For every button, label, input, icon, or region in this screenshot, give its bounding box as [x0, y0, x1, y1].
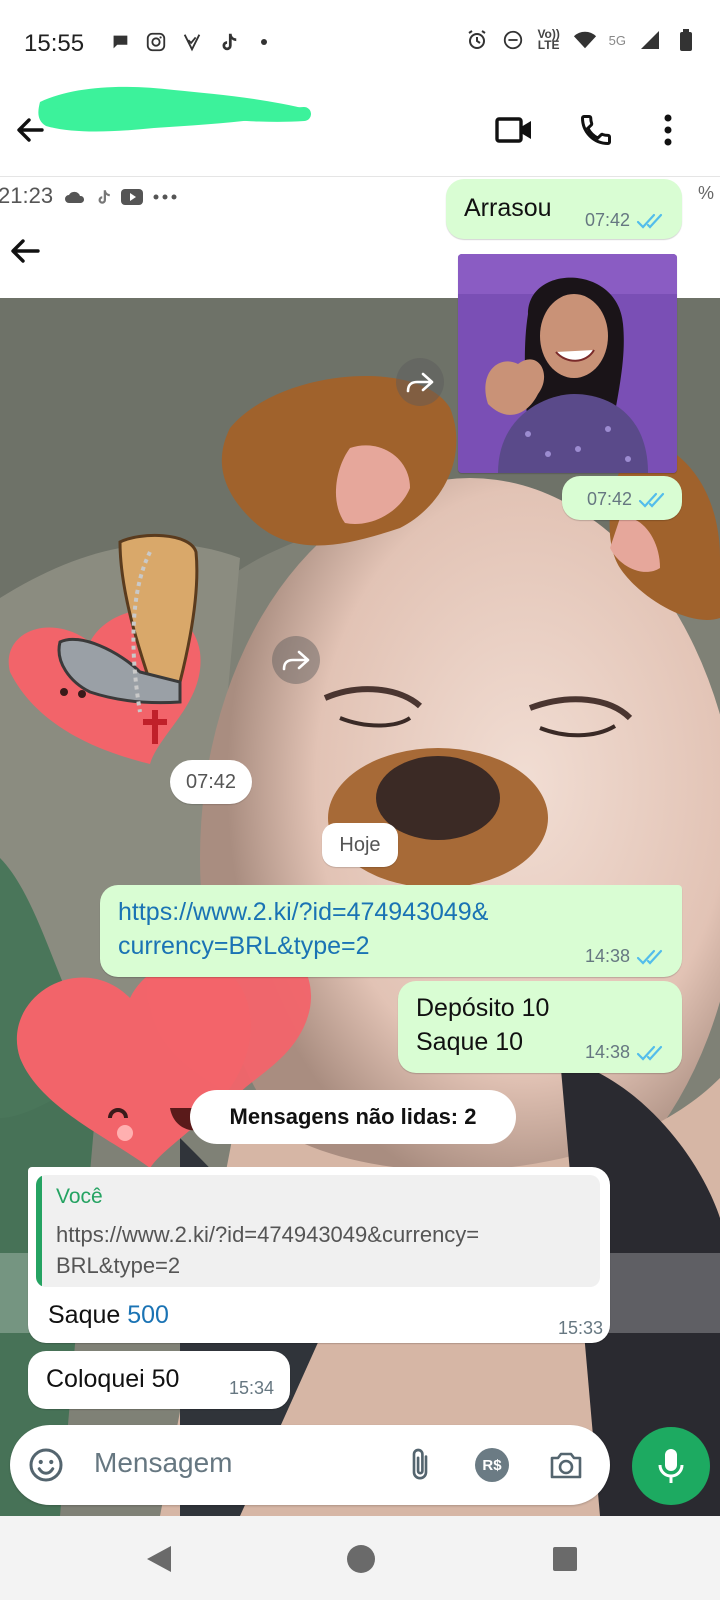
day-separator-label: Hoje	[339, 833, 381, 856]
tiktok-icon	[216, 30, 240, 54]
wallpaper-status-icons	[64, 187, 178, 207]
message-meta: 14:38	[585, 1042, 666, 1063]
vpn-check-icon	[180, 30, 204, 54]
attach-button[interactable]	[400, 1445, 440, 1485]
youtube-icon	[121, 189, 143, 205]
wallpaper-battery-percent: %	[697, 183, 714, 203]
message-input[interactable]: Mensagem	[94, 1447, 233, 1479]
message-meta: 14:38	[585, 946, 666, 967]
read-receipt-icon	[636, 1045, 663, 1061]
tiktok-icon	[98, 190, 110, 204]
forward-sticker-button[interactable]	[272, 636, 320, 684]
read-receipt-icon	[638, 492, 665, 508]
voice-call-button[interactable]	[574, 108, 618, 152]
message-time: 07:42	[185, 770, 237, 793]
message-time: 07:42	[584, 210, 630, 230]
emoji-button[interactable]	[26, 1445, 66, 1485]
dot-icon	[252, 30, 276, 54]
paperclip-icon	[412, 1448, 428, 1480]
forward-icon	[282, 650, 310, 671]
video-camera-icon	[495, 117, 531, 143]
phone-icon	[580, 115, 611, 146]
camera-button[interactable]	[546, 1445, 586, 1485]
day-separator: Hoje	[322, 823, 398, 867]
payment-label: R$	[482, 1456, 502, 1474]
wifi-icon	[573, 28, 597, 52]
praying-hands-sticker	[8, 533, 201, 764]
wallpaper-status-time: 21:23	[0, 183, 54, 208]
microphone-icon	[658, 1449, 684, 1483]
alarm-icon	[465, 28, 489, 52]
system-navigation-bar	[0, 1516, 720, 1600]
more-options-button[interactable]	[646, 108, 690, 152]
message-text: Arrasou	[464, 194, 552, 222]
forward-icon	[406, 372, 434, 393]
nav-home-button[interactable]	[344, 1542, 378, 1576]
message-text-prefix: Saque	[48, 1301, 121, 1329]
signal-icon	[638, 28, 662, 52]
status-bar: 15:55 Vo)) LTE 5G	[0, 0, 720, 86]
more-vertical-icon	[664, 114, 672, 146]
sticker-time-pill: 07:42	[170, 760, 252, 804]
image-message-meta: 07:42	[562, 476, 682, 520]
voice-message-button[interactable]	[632, 1427, 710, 1505]
chat-bubble-icon	[108, 30, 132, 54]
message-meta: 07:42	[585, 210, 666, 231]
cloud-icon	[65, 191, 85, 203]
message-time: 15:34	[228, 1378, 274, 1398]
unread-messages-label: Mensagens não lidas: 2	[190, 1090, 516, 1144]
forward-image-button[interactable]	[396, 358, 444, 406]
read-receipt-icon	[636, 213, 663, 229]
message-time: 14:38	[584, 946, 630, 966]
nav-home-icon	[347, 1545, 375, 1573]
message-line-2: Saque 10	[416, 1028, 524, 1056]
do-not-disturb-icon	[501, 28, 525, 52]
link-message[interactable]: https://www.2.ki/?id=474943049& currency…	[100, 885, 682, 977]
emoji-icon	[29, 1448, 63, 1482]
notification-icons	[108, 30, 276, 54]
message-link-text[interactable]: https://www.2.ki/?id=474943049& currency…	[118, 895, 488, 963]
message-time: 15:33	[558, 1318, 604, 1338]
payment-button[interactable]: R$	[472, 1445, 512, 1485]
nav-recents-icon	[553, 1547, 577, 1571]
message-bubble-outgoing[interactable]: Depósito 10 Saque 10 14:38	[398, 981, 682, 1073]
image-message[interactable]	[458, 254, 677, 473]
system-icons: Vo)) LTE 5G	[465, 28, 698, 52]
ellipsis-icon	[153, 194, 177, 200]
video-call-button[interactable]	[492, 108, 536, 152]
status-time: 15:55	[24, 30, 85, 57]
message-text: Depósito 10 Saque 10	[416, 991, 549, 1059]
nav-back-button[interactable]	[142, 1542, 176, 1576]
message-bubble-incoming[interactable]: Coloquei 50 15:34	[28, 1351, 290, 1409]
quoted-message[interactable]: Você https://www.2.ki/?id=474943049&curr…	[36, 1175, 600, 1287]
instagram-icon	[144, 30, 168, 54]
message-text: Saque 500	[48, 1298, 169, 1332]
redacted-contact-name	[38, 86, 311, 132]
link-line-1: https://www.2.ki/?id=474943049&	[118, 898, 489, 926]
nav-back-icon	[147, 1546, 171, 1572]
wallpaper-back-arrow-icon	[11, 239, 40, 263]
message-bubble-outgoing[interactable]: Arrasou 07:42	[446, 179, 682, 239]
message-text: Coloquei 50	[46, 1365, 180, 1393]
nav-recents-button[interactable]	[548, 1542, 582, 1576]
quote-line-2: BRL&type=2	[56, 1253, 181, 1278]
message-number-link[interactable]: 500	[127, 1301, 169, 1329]
message-time: 14:38	[584, 1042, 630, 1062]
volte-indicator: Vo)) LTE	[537, 27, 560, 52]
quote-accent-bar	[36, 1175, 42, 1287]
message-meta: 07:42	[587, 489, 668, 510]
quote-text: https://www.2.ki/?id=474943049&currency=…	[56, 1219, 586, 1281]
quote-author: Você	[56, 1185, 103, 1208]
read-receipt-icon	[636, 949, 663, 965]
message-line-1: Depósito 10	[416, 994, 550, 1022]
link-line-2: currency=BRL&type=2	[118, 932, 370, 960]
forwarded-photo	[458, 254, 677, 473]
message-composer: Mensagem R$	[10, 1425, 610, 1505]
camera-icon	[550, 1452, 582, 1479]
quote-line-1: https://www.2.ki/?id=474943049&currency=	[56, 1222, 480, 1247]
battery-icon	[674, 28, 698, 52]
network-generation: 5G	[608, 32, 626, 48]
message-time: 07:42	[586, 489, 632, 509]
